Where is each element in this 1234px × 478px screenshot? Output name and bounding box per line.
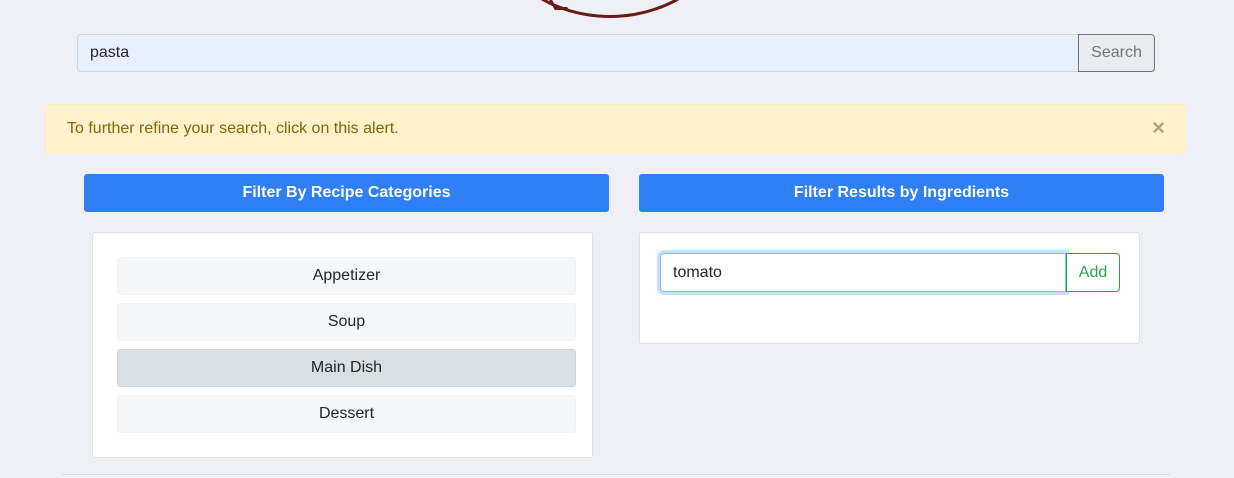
page: Search To further refine your search, cl… — [0, 0, 1234, 478]
ingredient-input[interactable] — [660, 253, 1066, 292]
divider — [62, 474, 1170, 475]
close-icon[interactable]: × — [1152, 117, 1165, 139]
alert-text: To further refine your search, click on … — [67, 120, 399, 137]
ingredients-panel: Add — [639, 232, 1140, 344]
filter-ingredients-button[interactable]: Filter Results by Ingredients — [639, 174, 1164, 212]
add-ingredient-button[interactable]: Add — [1066, 253, 1120, 292]
category-item-main-dish[interactable]: Main Dish — [117, 349, 576, 387]
category-item-dessert[interactable]: Dessert — [117, 395, 576, 433]
category-item-soup[interactable]: Soup — [117, 303, 576, 341]
categories-panel: Appetizer Soup Main Dish Dessert — [92, 232, 593, 458]
search-input[interactable] — [77, 34, 1078, 72]
filter-categories-button[interactable]: Filter By Recipe Categories — [84, 174, 609, 212]
search-button[interactable]: Search — [1078, 34, 1155, 72]
refine-alert[interactable]: To further refine your search, click on … — [45, 104, 1186, 154]
search-bar: Search — [77, 34, 1155, 72]
category-item-appetizer[interactable]: Appetizer — [117, 257, 576, 295]
ingredient-input-group: Add — [660, 253, 1120, 292]
logo — [490, 0, 730, 18]
